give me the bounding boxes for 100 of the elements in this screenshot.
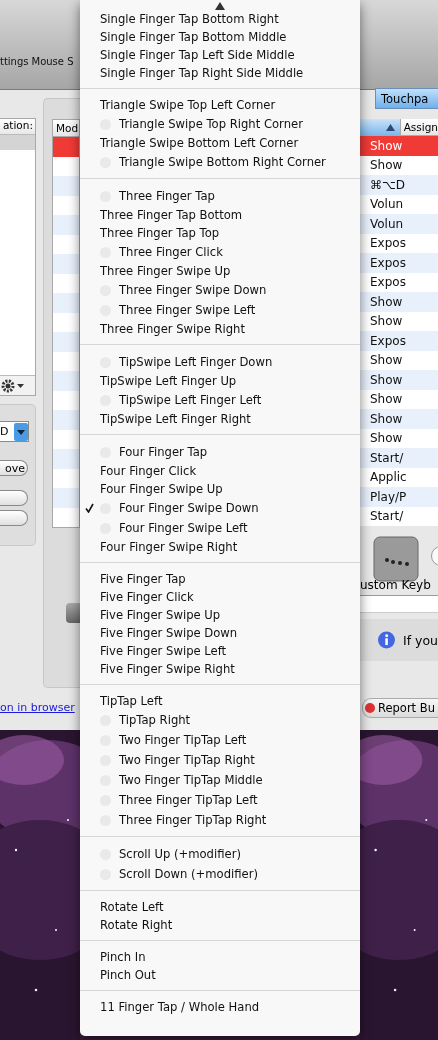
table-cell: Show	[360, 136, 438, 156]
menu-item[interactable]: TipSwipe Left Finger Down	[80, 352, 360, 372]
menu-item[interactable]: Two Finger TipTap Middle	[80, 770, 360, 790]
menu-item[interactable]: TipSwipe Left Finger Right	[80, 410, 360, 428]
menu-item[interactable]: Four Finger Swipe Left	[80, 518, 360, 538]
menu-item[interactable]: Five Finger Tap	[80, 570, 360, 588]
table-row[interactable]	[53, 332, 79, 352]
menu-item[interactable]: Three Finger Tap Bottom	[80, 206, 360, 224]
table-cell-text: Volun	[369, 196, 405, 214]
checkmark-icon	[85, 503, 94, 513]
popup-button[interactable]: D	[0, 421, 29, 442]
menu-item[interactable]: TipTap Right	[80, 710, 360, 730]
scroll-up-arrow-icon[interactable]	[215, 2, 225, 10]
selected-row[interactable]	[0, 135, 35, 150]
menu-item[interactable]: Two Finger TipTap Left	[80, 730, 360, 750]
table-cell: Show	[360, 292, 438, 312]
custom-label: ustom Keyb	[360, 578, 432, 594]
tab[interactable]: Touchpa	[375, 88, 438, 109]
menu-item[interactable]: Three Finger TipTap Right	[80, 810, 360, 830]
menu-item[interactable]: Triangle Swipe Top Right Corner	[80, 114, 360, 134]
menu-item[interactable]: Three Finger Swipe Up	[80, 262, 360, 280]
menu-item[interactable]: Rotate Right	[80, 916, 360, 934]
menu-item[interactable]: Single Finger Tap Bottom Right	[80, 10, 360, 28]
table-row[interactable]	[53, 410, 79, 430]
empty-button[interactable]	[0, 490, 28, 506]
menu-item[interactable]: Pinch In	[80, 948, 360, 966]
menu-item[interactable]: Scroll Up (+modifier)	[80, 844, 360, 864]
menu-item[interactable]: Triangle Swipe Top Left Corner	[80, 96, 360, 114]
menu-item[interactable]: 11 Finger Tap / Whole Hand	[80, 998, 360, 1016]
menu-item[interactable]: Four Finger Swipe Down	[80, 498, 360, 518]
menu-item[interactable]: Five Finger Click	[80, 588, 360, 606]
menu-item[interactable]: Three Finger Tap	[80, 186, 360, 206]
table-cell: Play/P	[360, 487, 438, 507]
link[interactable]: on in browser	[0, 701, 80, 714]
menu-item[interactable]: Four Finger Click	[80, 462, 360, 480]
bug-icon	[365, 703, 375, 713]
info-text: If you	[402, 632, 438, 648]
menu-item[interactable]: Five Finger Swipe Right	[80, 660, 360, 678]
table-cell-text: Expos	[369, 235, 407, 253]
toolbar-label[interactable]: Mouse S	[31, 56, 74, 67]
menu-item[interactable]: Four Finger Swipe Up	[80, 480, 360, 498]
table-cell: Show	[360, 409, 438, 429]
menu-item[interactable]: Rotate Left	[80, 898, 360, 916]
menu-item[interactable]: Three Finger Tap Top	[80, 224, 360, 242]
play-button[interactable]	[66, 603, 80, 623]
menu-item[interactable]: TipSwipe Left Finger Left	[80, 390, 360, 410]
menu-item[interactable]: Single Finger Tap Right Side Middle	[80, 64, 360, 82]
table-row[interactable]	[53, 488, 79, 508]
table-row[interactable]	[53, 176, 79, 196]
table-cell-text: Show	[369, 352, 404, 370]
gear-icon[interactable]	[0, 378, 26, 393]
table-row[interactable]	[53, 137, 79, 157]
table-cell-text: Expos	[369, 274, 407, 292]
table-cell: Volun	[360, 214, 438, 234]
menu-item[interactable]: Three Finger Click	[80, 242, 360, 262]
menu-item[interactable]: Four Finger Swipe Right	[80, 538, 360, 556]
menu-item[interactable]: Five Finger Swipe Up	[80, 606, 360, 624]
menu-item[interactable]: Five Finger Swipe Left	[80, 642, 360, 660]
input-field[interactable]	[360, 595, 438, 613]
empty-button[interactable]	[0, 510, 28, 526]
table-cell: Expos	[360, 253, 438, 273]
menu-item[interactable]: Four Finger Tap	[80, 442, 360, 462]
report-bug-button[interactable]: Report Bu	[362, 698, 438, 718]
column-header[interactable]: ation:	[0, 119, 35, 135]
menu-item[interactable]: Three Finger Swipe Left	[80, 300, 360, 320]
menu-item[interactable]: Two Finger TipTap Right	[80, 750, 360, 770]
menu-item[interactable]: Pinch Out	[80, 966, 360, 984]
menu-item[interactable]: Single Finger Tap Left Side Middle	[80, 46, 360, 64]
menu-item[interactable]: Scroll Down (+modifier)	[80, 864, 360, 884]
table-cell: Show	[360, 370, 438, 390]
table-row[interactable]	[53, 449, 79, 469]
table-cell: Start/	[360, 448, 438, 468]
column-header[interactable]: Mod	[53, 120, 79, 137]
table-cell-text: Show	[369, 430, 404, 448]
menu-item[interactable]: Three Finger Swipe Down	[80, 280, 360, 300]
menu-item[interactable]: Three Finger TipTap Left	[80, 790, 360, 810]
column-header[interactable]: Assign	[399, 119, 438, 135]
table-cell: Expos	[360, 331, 438, 351]
table-cell-text: Start/	[369, 508, 405, 526]
menu-item[interactable]: Single Finger Tap Bottom Middle	[80, 28, 360, 46]
menu-item[interactable]: TipSwipe Left Finger Up	[80, 372, 360, 390]
menu-item[interactable]: Five Finger Swipe Down	[80, 624, 360, 642]
remove-button[interactable]: ove	[0, 460, 28, 476]
table-cell-text: Show	[369, 313, 404, 331]
menu-item[interactable]: Triangle Swipe Bottom Left Corner	[80, 134, 360, 152]
table-row[interactable]	[53, 254, 79, 274]
table-cell-text: Show	[369, 157, 404, 175]
toolbar-label[interactable]: ttings	[0, 56, 29, 67]
sort-arrow-icon	[385, 123, 395, 131]
table-cell-text: Applic	[369, 469, 408, 487]
menu-item[interactable]: TipTap Left	[80, 692, 360, 710]
table-cell-text: Show	[369, 391, 404, 409]
menu-item[interactable]: Triangle Swipe Bottom Right Corner	[80, 152, 360, 172]
table-cell: ⌘⌥D	[360, 175, 438, 195]
info-icon	[378, 630, 395, 650]
table-row[interactable]	[53, 215, 79, 235]
menu-item[interactable]: Three Finger Swipe Right	[80, 320, 360, 338]
sort-column-header[interactable]	[360, 119, 400, 135]
table-row[interactable]	[53, 293, 79, 313]
table-row[interactable]	[53, 371, 79, 391]
